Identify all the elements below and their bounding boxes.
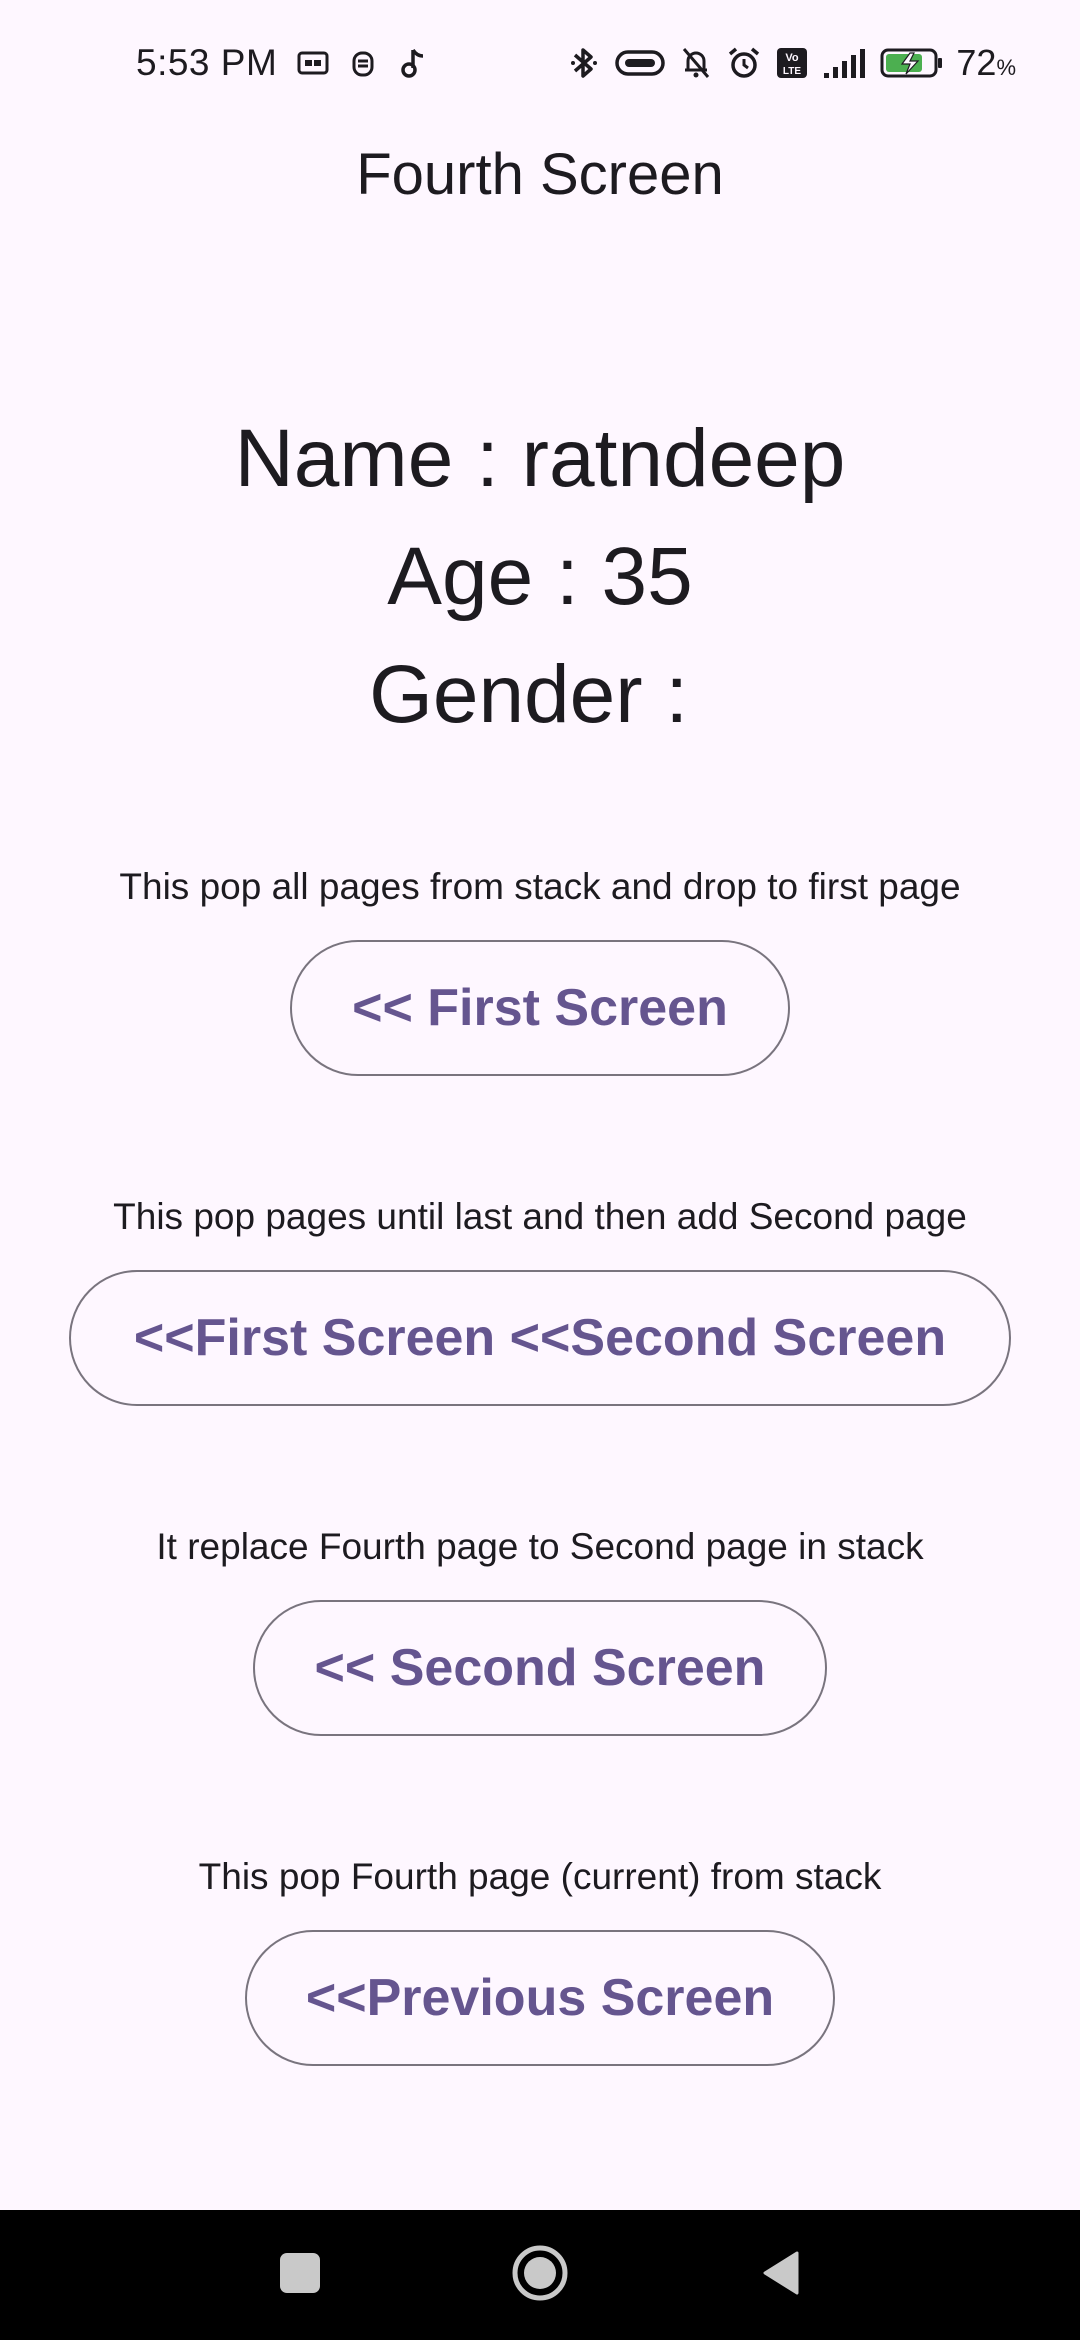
battery-charging-icon: [880, 45, 944, 81]
volte-icon: Vo LTE: [774, 45, 810, 81]
svg-text:LTE: LTE: [783, 66, 801, 77]
previous-screen-button[interactable]: <<Previous Screen: [245, 1930, 835, 2066]
page-title: Fourth Screen: [356, 141, 724, 207]
screen: 5:53 PM Vo LTE 72% Fourth Screen Name: …: [0, 0, 1080, 2340]
age-line: Age : 35: [387, 531, 693, 622]
action-description: This pop Fourth page (current) from stac…: [198, 1856, 882, 1897]
user-info: Name : ratndeep Age : 35 Gender :: [0, 400, 1080, 754]
back-button[interactable]: [720, 2210, 840, 2340]
back-triangle-icon: [759, 2249, 801, 2302]
bluetooth-icon: [566, 45, 602, 81]
first-screen-button[interactable]: << First Screen: [290, 940, 790, 1076]
battery-percent: 72%: [956, 42, 1016, 83]
first-then-second-screen-button[interactable]: <<First Screen <<Second Screen: [69, 1270, 1011, 1406]
action-description: It replace Fourth page to Second page in…: [156, 1526, 924, 1567]
home-circle-icon: [510, 2243, 570, 2308]
action-description: This pop pages until last and then add S…: [113, 1196, 967, 1237]
signal-icon: [822, 45, 868, 81]
status-time: 5:53 PM: [136, 42, 278, 83]
alarm-icon: [726, 45, 762, 81]
music-note-icon: [395, 45, 431, 81]
status-right: Vo LTE 72%: [566, 38, 1016, 88]
card-icon: [295, 45, 331, 81]
action-description: This pop all pages from stack and drop t…: [119, 866, 961, 907]
home-button[interactable]: [480, 2210, 600, 2340]
action-section-previous: This pop Fourth page (current) from stac…: [0, 1852, 1080, 2066]
app-bar: Fourth Screen: [0, 126, 1080, 222]
second-screen-button[interactable]: << Second Screen: [253, 1600, 827, 1736]
action-section-first-second: This pop pages until last and then add S…: [0, 1192, 1080, 1406]
recents-square-icon: [279, 2252, 321, 2299]
robot-icon: [345, 45, 381, 81]
svg-text:Vo: Vo: [786, 52, 800, 64]
system-nav-bar: [0, 2210, 1080, 2340]
bell-off-icon: [678, 45, 714, 81]
name-line: Name : ratndeep: [234, 413, 846, 504]
action-section-second: It replace Fourth page to Second page in…: [0, 1522, 1080, 1736]
status-bar: 5:53 PM Vo LTE 72%: [0, 0, 1080, 126]
action-section-first: This pop all pages from stack and drop t…: [0, 862, 1080, 1076]
status-left: 5:53 PM: [136, 38, 431, 88]
link-icon: [614, 45, 666, 81]
recents-button[interactable]: [240, 2210, 360, 2340]
gender-line: Gender :: [369, 649, 711, 740]
